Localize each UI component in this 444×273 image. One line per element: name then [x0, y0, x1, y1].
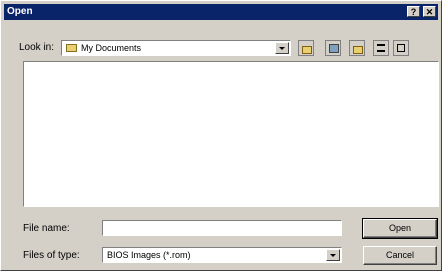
look-in-combo[interactable]: My Documents — [61, 40, 291, 56]
file-type-value: BIOS Images (*.rom) — [107, 250, 191, 260]
open-dialog: Open ? ✕ Look in: My Documents File name… — [0, 0, 442, 271]
details-view-icon — [397, 44, 405, 52]
help-button[interactable]: ? — [407, 6, 420, 17]
file-list[interactable] — [23, 61, 439, 207]
open-button[interactable]: Open — [362, 218, 438, 239]
up-folder-button[interactable] — [298, 40, 314, 56]
desktop-icon — [329, 44, 339, 53]
title-bar[interactable]: Open ? ✕ — [4, 4, 438, 20]
chevron-down-icon[interactable] — [275, 42, 289, 54]
file-type-label: Files of type: — [23, 250, 80, 261]
cancel-button[interactable]: Cancel — [363, 246, 437, 265]
chevron-down-icon[interactable] — [326, 249, 340, 261]
window-title: Open — [7, 6, 33, 17]
look-in-value: My Documents — [81, 43, 142, 53]
list-view-icon — [377, 44, 385, 52]
file-name-input[interactable] — [102, 220, 342, 236]
look-in-label: Look in: — [19, 42, 55, 53]
list-view-button[interactable] — [373, 40, 389, 56]
desktop-button[interactable] — [325, 40, 341, 56]
folder-icon — [66, 44, 77, 52]
up-folder-icon — [302, 46, 312, 54]
file-type-select[interactable]: BIOS Images (*.rom) — [102, 247, 342, 263]
new-folder-button[interactable] — [349, 40, 365, 56]
new-folder-icon — [353, 46, 363, 54]
file-name-label: File name: — [23, 223, 70, 234]
details-view-button[interactable] — [393, 40, 409, 56]
close-button[interactable]: ✕ — [423, 6, 436, 17]
